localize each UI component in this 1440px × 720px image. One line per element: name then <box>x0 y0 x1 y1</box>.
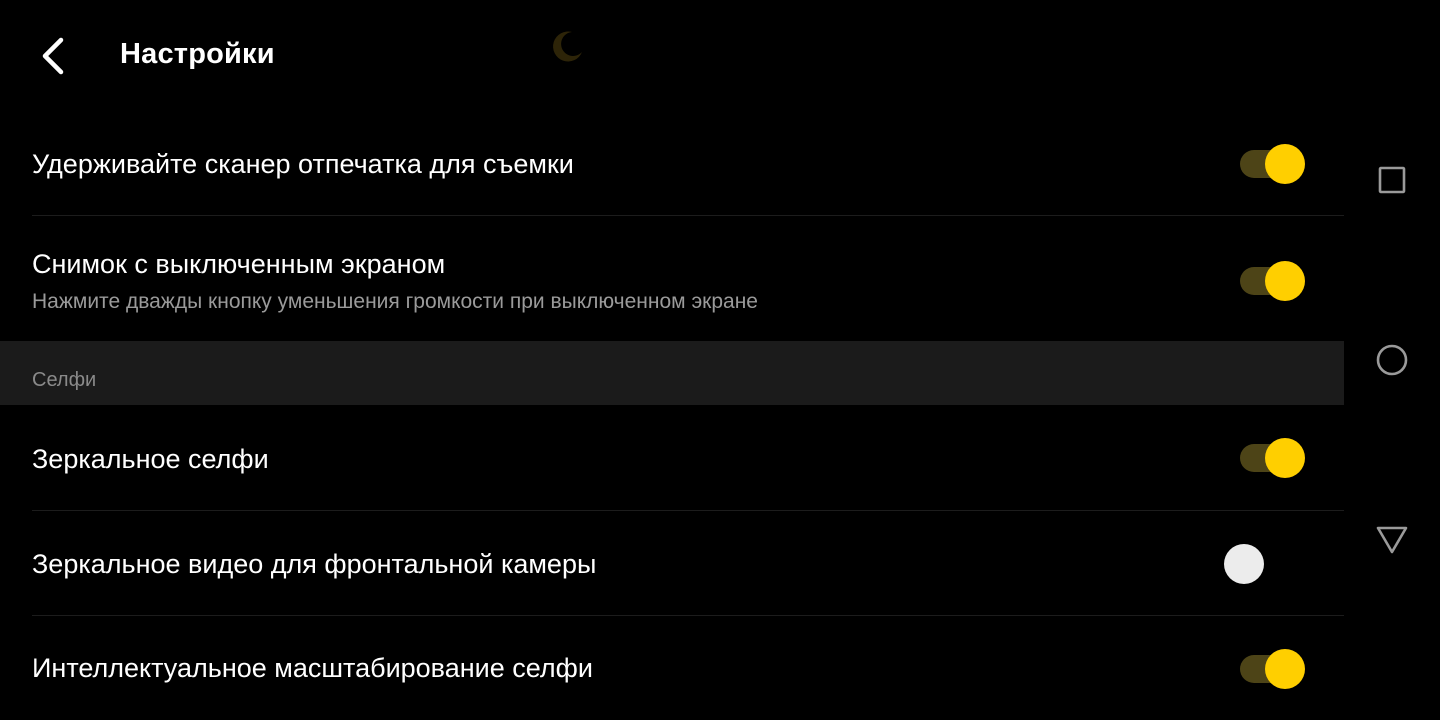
setting-title: Интеллектуальное масштабирование селфи <box>32 653 593 683</box>
setting-row-screen-off-snapshot[interactable]: Снимок с выключенным экраном Нажмите два… <box>0 216 1344 341</box>
setting-row-fingerprint-shutter[interactable]: Удерживайте сканер отпечатка для съемки <box>0 112 1344 216</box>
smart-selfie-zoom-toggle[interactable] <box>1228 647 1310 691</box>
back-triangle-icon <box>1376 526 1408 554</box>
toggle-thumb <box>1224 544 1264 584</box>
mirror-front-video-toggle[interactable] <box>1224 542 1310 586</box>
section-label: Селфи <box>32 369 97 391</box>
setting-row-smart-selfie-zoom[interactable]: Интеллектуальное масштабирование селфи <box>0 616 1344 720</box>
setting-title: Зеркальное селфи <box>32 444 269 474</box>
system-navigation-bar <box>1344 0 1440 720</box>
page-title: Настройки <box>120 38 275 70</box>
recents-button[interactable] <box>1368 156 1416 204</box>
section-header-selfie: Селфи <box>0 341 1344 405</box>
setting-title: Зеркальное видео для фронтальной камеры <box>32 549 597 579</box>
app-header: Настройки <box>0 0 1344 112</box>
setting-title: Удерживайте сканер отпечатка для съемки <box>32 149 574 179</box>
recents-square-icon <box>1378 166 1406 194</box>
back-nav-button[interactable] <box>1368 516 1416 564</box>
settings-screen: Настройки Удерживайте сканер отпечатка д… <box>0 0 1440 720</box>
moon-icon <box>553 31 582 62</box>
setting-title: Снимок с выключенным экраном <box>32 249 446 279</box>
setting-row-mirror-front-video[interactable]: Зеркальное видео для фронтальной камеры <box>0 511 1344 616</box>
setting-row-mirror-selfie[interactable]: Зеркальное селфи <box>0 405 1344 511</box>
back-button[interactable] <box>24 28 84 84</box>
screen-off-snapshot-toggle[interactable] <box>1228 259 1310 303</box>
setting-subtitle: Нажмите дважды кнопку уменьшения громкос… <box>32 290 758 313</box>
toggle-thumb <box>1265 261 1305 301</box>
toggle-thumb <box>1265 144 1305 184</box>
toggle-thumb <box>1265 438 1305 478</box>
home-circle-icon <box>1376 344 1408 376</box>
toggle-thumb <box>1265 649 1305 689</box>
fingerprint-shutter-toggle[interactable] <box>1228 142 1310 186</box>
settings-list: Удерживайте сканер отпечатка для съемки … <box>0 112 1344 720</box>
home-button[interactable] <box>1368 336 1416 384</box>
mirror-selfie-toggle[interactable] <box>1228 436 1310 480</box>
back-arrow-icon <box>42 37 64 75</box>
